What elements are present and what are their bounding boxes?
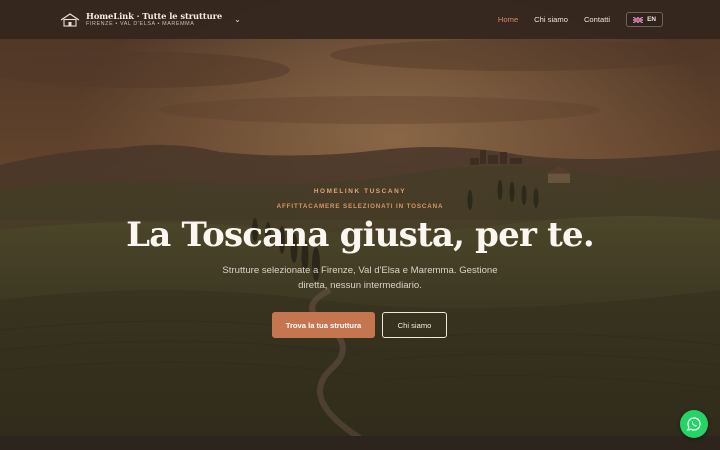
hero-eyebrow: HOMELINK TUSCANY [313,188,407,195]
whatsapp-icon [687,417,701,431]
hero-subtext: Strutture selezionate a Firenze, Val d'E… [222,265,498,291]
hero-headline: La Toscana giusta, per te. [126,215,595,255]
about-us-button[interactable]: Chi siamo [382,312,447,338]
hero-tagline: AFFITTACAMERE SELEZIONATI IN TOSCANA [276,203,444,210]
hero-content: HOMELINK TUSCANY AFFITTACAMERE SELEZIONA… [0,0,720,438]
whatsapp-chat-button[interactable] [680,410,708,438]
find-property-button[interactable]: Trova la tua struttura [272,312,375,338]
page-bottom-section [0,436,720,450]
